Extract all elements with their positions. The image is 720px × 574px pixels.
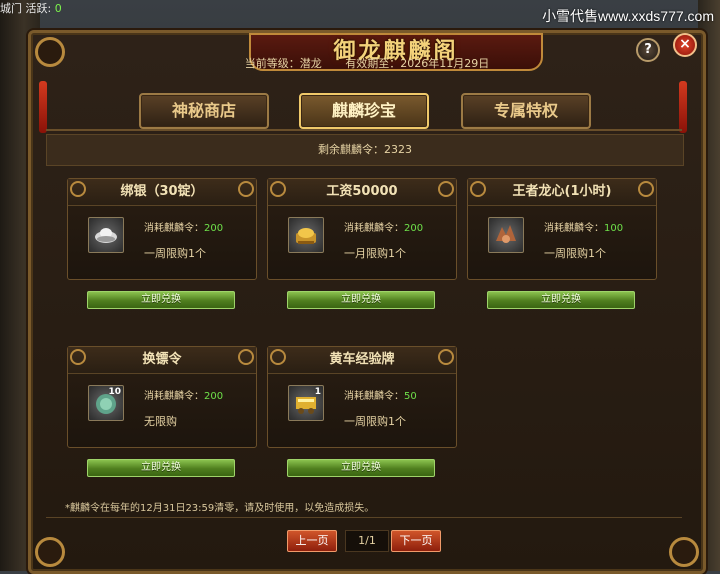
item-title: 王者龙心(1小时): [468, 179, 656, 206]
item-title: 黄车经验牌: [268, 347, 456, 374]
cost-label: 消耗麒麟令：: [344, 223, 404, 234]
item-count: 1: [314, 387, 321, 397]
silver-ingot-icon[interactable]: [88, 217, 124, 253]
gold-ingot-icon[interactable]: [288, 217, 324, 253]
item-cost: 消耗麒麟令：100: [544, 219, 623, 234]
hud-activity: 城门 活跃: 0: [0, 0, 62, 16]
ornament-icon: [270, 349, 286, 365]
page-indicator: 1/1: [345, 530, 389, 552]
remaining-tokens: 剩余麒麟令：2323: [46, 134, 684, 166]
purchase-limit: 一周限购1个: [344, 415, 406, 428]
corner-ornament-icon: [669, 537, 699, 567]
cost-label: 消耗麒麟令：: [344, 391, 404, 402]
ornament-icon: [438, 349, 454, 365]
ornament-icon: [70, 349, 86, 365]
tab-kirin-treasure[interactable]: 麒麟珍宝: [299, 93, 429, 129]
item-name: 换镖令: [142, 352, 182, 367]
item-cost: 消耗麒麟令：200: [144, 387, 223, 402]
expiry-date: 有效期至：2026年11月29日: [345, 57, 490, 70]
tassel-right-icon: [679, 81, 687, 133]
purchase-limit: 一周限购1个: [144, 247, 206, 260]
purchase-limit: 一周限购1个: [544, 247, 606, 260]
prev-page-button[interactable]: 上一页: [287, 530, 337, 552]
ornament-icon: [238, 181, 254, 197]
cost-label: 消耗麒麟令：: [144, 391, 204, 402]
current-level: 当前等级：潜龙: [244, 57, 322, 70]
purchase-limit: 一月限购1个: [344, 247, 406, 260]
shop-item: 王者龙心(1小时) 消耗麒麟令：100 一周限购1个: [467, 178, 657, 280]
tab-exclusive-privilege[interactable]: 专属特权: [461, 93, 591, 129]
divider: [46, 129, 682, 131]
item-name: 黄车经验牌: [329, 352, 395, 367]
tassel-left-icon: [39, 81, 47, 133]
shop-item: 黄车经验牌 1 消耗麒麟令：50 一周限购1个: [267, 346, 457, 448]
divider: [46, 517, 682, 518]
close-button[interactable]: ×: [673, 33, 697, 57]
dragon-heart-icon[interactable]: [488, 217, 524, 253]
item-cost: 消耗麒麟令：200: [344, 219, 423, 234]
cost-value: 200: [204, 391, 224, 402]
exchange-button[interactable]: 立即兑换: [287, 459, 435, 477]
reset-notice: *麒麟令在每年的12月31日23:59清零，请及时使用，以免造成损失。: [65, 503, 375, 514]
tab-mystery-shop[interactable]: 神秘商店: [139, 93, 269, 129]
corner-ornament-icon: [35, 537, 65, 567]
exchange-button[interactable]: 立即兑换: [287, 291, 435, 309]
hud-label: 城门 活跃:: [0, 2, 52, 15]
item-cost: 消耗麒麟令：200: [144, 219, 223, 234]
ornament-icon: [270, 181, 286, 197]
item-count: 10: [108, 387, 121, 397]
cost-label: 消耗麒麟令：: [144, 223, 204, 234]
tab-bar: 神秘商店 麒麟珍宝 专属特权: [139, 93, 599, 129]
kirin-pavilion-window: 御龙麒麟阁 ? × 当前等级：潜龙 有效期至：2026年11月29日 神秘商店 …: [28, 30, 706, 574]
shop-item: 绑银（30锭） 消耗麒麟令：200 一周限购1个: [67, 178, 257, 280]
next-page-button[interactable]: 下一页: [391, 530, 441, 552]
item-name: 绑银（30锭）: [120, 184, 204, 199]
cost-value: 100: [604, 223, 624, 234]
shop-item: 换镖令 10 消耗麒麟令：200 无限购: [67, 346, 257, 448]
cost-value: 200: [204, 223, 224, 234]
exchange-button[interactable]: 立即兑换: [487, 291, 635, 309]
purchase-limit: 无限购: [144, 415, 177, 428]
exchange-button[interactable]: 立即兑换: [87, 459, 235, 477]
escort-token-icon[interactable]: 10: [88, 385, 124, 421]
ornament-icon: [470, 181, 486, 197]
status-line: 当前等级：潜龙 有效期至：2026年11月29日: [31, 55, 703, 71]
hud-value: 0: [54, 2, 62, 15]
watermark-text: 小雪代售www.xxds777.com: [542, 8, 714, 24]
ornament-icon: [70, 181, 86, 197]
item-name: 王者龙心(1小时): [512, 184, 612, 199]
yellow-cart-plaque-icon[interactable]: 1: [288, 385, 324, 421]
exchange-button[interactable]: 立即兑换: [87, 291, 235, 309]
item-name: 工资50000: [326, 184, 398, 199]
shop-item: 工资50000 消耗麒麟令：200 一月限购1个: [267, 178, 457, 280]
item-title: 工资50000: [268, 179, 456, 206]
cost-label: 消耗麒麟令：: [544, 223, 604, 234]
ornament-icon: [238, 349, 254, 365]
ornament-icon: [638, 181, 654, 197]
ornament-icon: [438, 181, 454, 197]
item-title: 换镖令: [68, 347, 256, 374]
cost-value: 50: [404, 391, 417, 402]
item-cost: 消耗麒麟令：50: [344, 387, 417, 402]
cost-value: 200: [404, 223, 424, 234]
item-title: 绑银（30锭）: [68, 179, 256, 206]
